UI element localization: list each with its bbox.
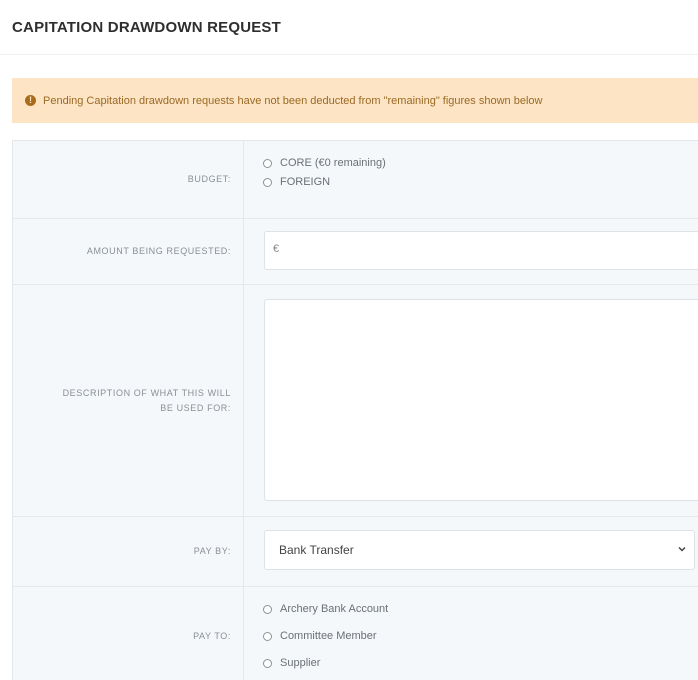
budget-row: BUDGET: CORE (€0 remaining) FOREIGN <box>13 141 698 219</box>
radio-button[interactable] <box>263 658 272 668</box>
amount-input[interactable]: € <box>264 231 698 270</box>
pay-to-field: Archery Bank Account Committee Member Su… <box>244 587 698 680</box>
pay-by-select[interactable]: Bank Transfer <box>264 530 695 570</box>
budget-field: CORE (€0 remaining) FOREIGN <box>244 141 698 218</box>
budget-label-cell: BUDGET: <box>13 141 244 218</box>
pay-by-label-cell: PAY BY: <box>13 517 244 586</box>
pay-to-option-label: Supplier <box>280 657 321 669</box>
budget-option-foreign[interactable]: FOREIGN <box>263 176 330 188</box>
amount-field: € <box>244 219 698 284</box>
description-label: DESCRIPTION OF WHAT THIS WILL BE USED FO… <box>63 386 231 416</box>
page-title: CAPITATION DRAWDOWN REQUEST <box>12 19 281 36</box>
budget-option-core[interactable]: CORE (€0 remaining) <box>263 157 386 169</box>
pay-to-option-committee-member[interactable]: Committee Member <box>263 630 377 642</box>
description-field <box>244 285 698 516</box>
pay-to-label-cell: PAY TO: <box>13 587 244 680</box>
pay-by-label: PAY BY: <box>193 546 231 556</box>
radio-button[interactable] <box>263 158 272 168</box>
pay-by-field: Bank Transfer <box>244 517 698 586</box>
chevron-down-icon <box>678 546 686 552</box>
pay-to-option-archery-bank[interactable]: Archery Bank Account <box>263 603 388 615</box>
description-label-cell: DESCRIPTION OF WHAT THIS WILL BE USED FO… <box>13 285 244 516</box>
pay-to-option-label: Archery Bank Account <box>280 603 389 615</box>
pay-to-label: PAY TO: <box>193 631 231 641</box>
amount-row: AMOUNT BEING REQUESTED: € <box>13 219 698 285</box>
budget-option-label: CORE (€0 remaining) <box>280 157 386 169</box>
description-row: DESCRIPTION OF WHAT THIS WILL BE USED FO… <box>13 285 698 517</box>
capitation-drawdown-page: CAPITATION DRAWDOWN REQUEST ! Pending Ca… <box>0 0 698 680</box>
euro-prefix: € <box>273 243 280 255</box>
radio-button[interactable] <box>263 177 272 187</box>
pay-to-row: PAY TO: Archery Bank Account Committee M… <box>13 587 698 680</box>
pending-requests-alert: ! Pending Capitation drawdown requests h… <box>12 78 698 123</box>
description-textarea[interactable] <box>264 299 698 501</box>
description-label-line1: DESCRIPTION OF WHAT THIS WILL <box>62 387 231 398</box>
budget-label: BUDGET: <box>187 174 231 184</box>
pay-by-selected-value: Bank Transfer <box>279 543 354 557</box>
exclamation-circle-icon: ! <box>25 95 36 106</box>
title-divider <box>0 54 698 55</box>
pay-to-option-supplier[interactable]: Supplier <box>263 657 320 669</box>
pay-to-option-label: Committee Member <box>280 630 377 642</box>
budget-option-label: FOREIGN <box>280 176 331 188</box>
alert-text: Pending Capitation drawdown requests hav… <box>43 94 543 107</box>
amount-label: AMOUNT BEING REQUESTED: <box>86 246 231 256</box>
radio-button[interactable] <box>263 631 272 641</box>
pay-by-row: PAY BY: Bank Transfer <box>13 517 698 587</box>
description-label-line2: BE USED FOR: <box>160 402 231 413</box>
radio-button[interactable] <box>263 604 272 614</box>
drawdown-form: BUDGET: CORE (€0 remaining) FOREIGN AMOU… <box>12 140 698 680</box>
amount-label-cell: AMOUNT BEING REQUESTED: <box>13 219 244 284</box>
